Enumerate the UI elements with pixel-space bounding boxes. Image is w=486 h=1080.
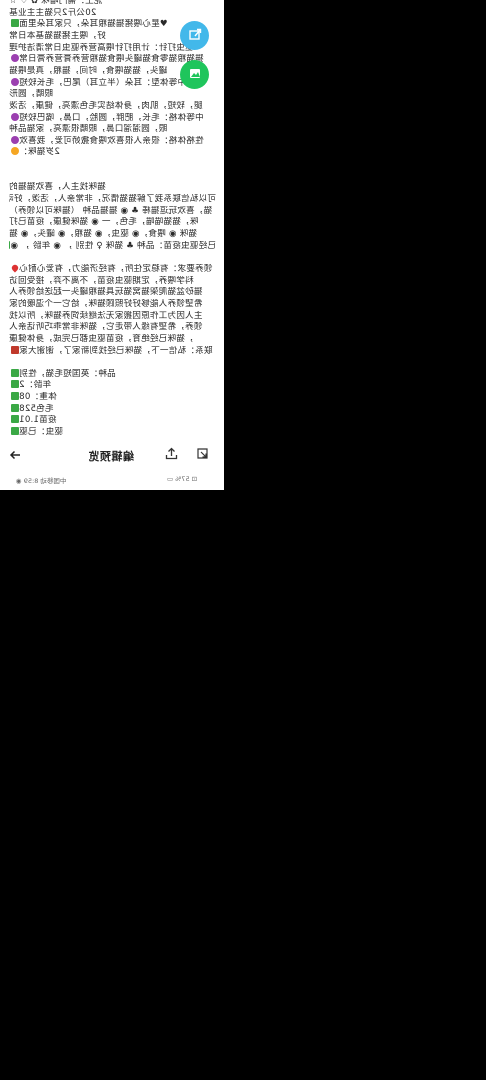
post-line: 眼睛，圆形: [9, 89, 216, 100]
share-button[interactable]: [180, 21, 209, 50]
post-line: [9, 171, 216, 182]
purple-emoji-icon: [11, 112, 19, 121]
post-line: 主人因为工作原因搬家无法继续饲养猫咪，所以找: [9, 311, 216, 322]
post-line: 2岁猫咪：: [9, 147, 216, 158]
purple-emoji-icon: [11, 54, 19, 63]
post-line: 猫，喜欢玩逗猫棒 ♣ ◉ 猫猫品种 （猫咪可以领养）: [9, 206, 216, 217]
status-bar: 中国移动 8:59 ◉ ⊡ 57% ▭: [0, 470, 224, 490]
post-line: 毛色528: [9, 403, 216, 415]
post-line-text: 驱虫：已驱: [19, 427, 63, 438]
post-line: 疫苗1.01: [9, 415, 216, 426]
export-button[interactable]: [164, 447, 179, 462]
post-line-text: 性格体格：很亲人很喜欢喂食撒娇可爱，我喜欢: [19, 135, 204, 146]
post-line-text: 希望领养人能够好好照顾猫咪，给它一个温暖的家: [9, 298, 203, 309]
red-emoji-icon: [11, 345, 19, 354]
post-line: 猫咪 ◉ 喂食，◉ 驱虫，◉ 猫粮，◉ 罐头，◉ 猫: [9, 229, 216, 240]
post-line: 20公斤2只猫主主业基: [9, 8, 216, 19]
post-line-text: 眼睛，圆形: [9, 89, 53, 100]
post-line-text: 科学喂养，定期驱虫疫苗，不离不弃，接受回访: [9, 275, 194, 286]
image-button[interactable]: [180, 60, 209, 89]
open-external-button[interactable]: [195, 447, 210, 462]
post-line-text: ♥星心喂猪猫猫粮耳朵，只家耳朵里面: [19, 19, 168, 30]
post-line-text: 腿，较短，肌肉，身体结实毛色漂亮，健康，活泼: [9, 100, 203, 111]
post-line-text: 年龄：2: [19, 380, 52, 391]
post-line: 联系：私信一下，猫咪已经找到新家了，谢谢大家: [9, 345, 216, 357]
check-emoji-icon: [11, 392, 19, 401]
post-line: 猫砂盆猫爬架猫窝猫玩具猫粮罐头一起送给领养人: [9, 287, 216, 298]
post-line-text: 体重：08: [19, 392, 57, 403]
post-line-text: 泥土：斋门喵咪 ✿ ♡ ☆: [9, 0, 103, 6]
export-icon: [165, 445, 178, 464]
phone-screen: 泥土：斋门喵咪 ✿ ♡ ☆ 20公斤2只猫主主业基 ♥星心喂猪猫猫粮耳朵，只家耳朵里…: [0, 0, 224, 490]
post-line-text: 主人因为工作原因搬家无法继续饲养猫咪，所以找: [9, 310, 203, 321]
check-emoji-icon: [11, 403, 19, 412]
post-line-text: 领养，希望有缘人带走它，猫咪非常乖巧听话亲人: [9, 322, 203, 333]
image-icon: [188, 65, 202, 84]
status-battery: ⊡ 57% ▭: [167, 475, 198, 483]
post-line: [9, 252, 216, 263]
purple-emoji-icon: [11, 135, 19, 144]
post-line-text: 罐头，猫猫喂食，时间，猫粮，真是喂猫: [9, 65, 168, 76]
post-line-text: 猫砂盆猫爬架猫窝猫玩具猫粮罐头一起送给领养人: [9, 287, 203, 298]
post-line-text: 领养要求：有稳定住所，有经济能力，有爱心耐心: [19, 263, 213, 274]
post-line: 腿，较短，肌肉，身体结实毛色漂亮，健康，活泼: [9, 101, 216, 112]
post-line: 猫咪找主人，喜欢猫猫的: [9, 182, 216, 193]
post-line-text: 可以私信联系我了解猫猫情况，非常亲人，活泼，好动: [9, 194, 216, 205]
post-line-text: 咪，猫猫喵喵，毛色，一 ◉ 猫咪健康，疫苗已打: [9, 217, 199, 228]
post-line-text: 猫，喜欢玩逗猫棒 ♣ ◉ 猫猫品种 （猫咪可以领养）: [9, 205, 213, 216]
post-line-text: 猫咪 ◉ 喂食，◉ 驱虫，◉ 猫粮，◉ 罐头，◉ 猫: [9, 229, 197, 239]
post-line-text: 猫咪找主人，喜欢猫猫的: [9, 182, 106, 193]
post-line-text: 好，喂主猪猫猫基本日常: [9, 30, 106, 41]
post-line-text: 品种：英国短毛猫，性别: [19, 368, 116, 379]
post-line-text: 联系：私信一下，猫咪已经找到新家了，谢谢大家: [19, 345, 213, 356]
post-line: [9, 357, 216, 368]
post-line-text: 20公斤2只猫主主业基: [9, 7, 97, 18]
purple-emoji-icon: [11, 77, 19, 86]
post-line-text: 中等体格：毛长，肥胖，圆脸，口鼻，嘴巴较短: [19, 112, 204, 123]
post-line-text: ，猫咪已经绝育，疫苗驱虫都已完成，身体健康: [9, 333, 194, 344]
orange-emoji-icon: [11, 147, 19, 156]
post-line-text: 2岁猫咪：: [19, 147, 60, 158]
check-emoji-icon: [11, 19, 19, 28]
check-emoji-icon: [11, 427, 19, 436]
post-line: 领养，希望有缘人带走它，猫咪非常乖巧听话亲人: [9, 322, 216, 333]
post-line: 已经驱虫疫苗：品种 ♣ 猫咪 ♀ 性别 ， ◉ 年龄 ， ◉: [9, 240, 216, 252]
post-line-text: 眼，圆溜溜口鼻，眼睛很漂亮，家猫品种: [9, 124, 168, 135]
check-emoji-icon: [11, 380, 19, 389]
post-line: 咪，猫猫喵喵，毛色，一 ◉ 猫咪健康，疫苗已打: [9, 217, 216, 228]
back-arrow-icon: [9, 446, 21, 465]
bottom-toolbar: 编辑预览: [0, 440, 224, 470]
post-line: 眼，圆溜溜口鼻，眼睛很漂亮，家猫品种: [9, 124, 216, 135]
post-line: 中等体格：毛长，肥胖，圆脸，口鼻，嘴巴较短: [9, 112, 216, 124]
check-emoji-icon: [11, 415, 19, 424]
post-line-text: 毛色528: [19, 403, 54, 414]
post-line: 性格体格：很亲人很喜欢喂食撒娇可爱，我喜欢: [9, 135, 216, 147]
toolbar-title: 编辑预览: [88, 450, 134, 463]
post-line-text: 驱虫打针：计用打针喂高营养驱虫日常清洁护理: [9, 42, 194, 53]
share-icon: [188, 26, 202, 45]
post-line: 体重：08: [9, 392, 216, 403]
post-line: 品种：英国短毛猫，性别: [9, 368, 216, 380]
post-line: [9, 159, 216, 170]
post-line: 泥土：斋门喵咪 ✿ ♡ ☆: [9, 0, 216, 7]
post-line-text: 猫猫粮猫零食猫罐头喂食猫粮营养膏营养膏日常: [19, 54, 204, 65]
post-line: 科学喂养，定期驱虫疫苗，不离不弃，接受回访: [9, 276, 216, 287]
post-line-text: 已经驱虫疫苗：品种 ♣ 猫咪 ♀ 性别 ， ◉ 年龄 ， ◉: [10, 240, 216, 251]
back-button[interactable]: [7, 447, 23, 463]
post-line: 领养要求：有稳定住所，有经济能力，有爱心耐心: [9, 263, 216, 275]
post-line-text: 中等体型：耳朵（半立耳）尾巴，毛长较短: [19, 77, 187, 88]
check-emoji-icon: [11, 368, 19, 377]
post-line: 希望领养人能够好好照顾猫咪，给它一个温暖的家: [9, 299, 216, 310]
post-line-text: 疫苗1.01: [19, 415, 57, 426]
post-line: ，猫咪已经绝育，疫苗驱虫都已完成，身体健康: [9, 334, 216, 345]
status-carrier-time: 中国移动 8:59 ◉: [16, 477, 67, 485]
open-external-icon: [196, 445, 209, 464]
post-line: 年龄：2: [9, 380, 216, 391]
post-line: 驱虫：已驱: [9, 427, 216, 438]
post-line: 可以私信联系我了解猫猫情况，非常亲人，活泼，好动: [9, 194, 216, 205]
